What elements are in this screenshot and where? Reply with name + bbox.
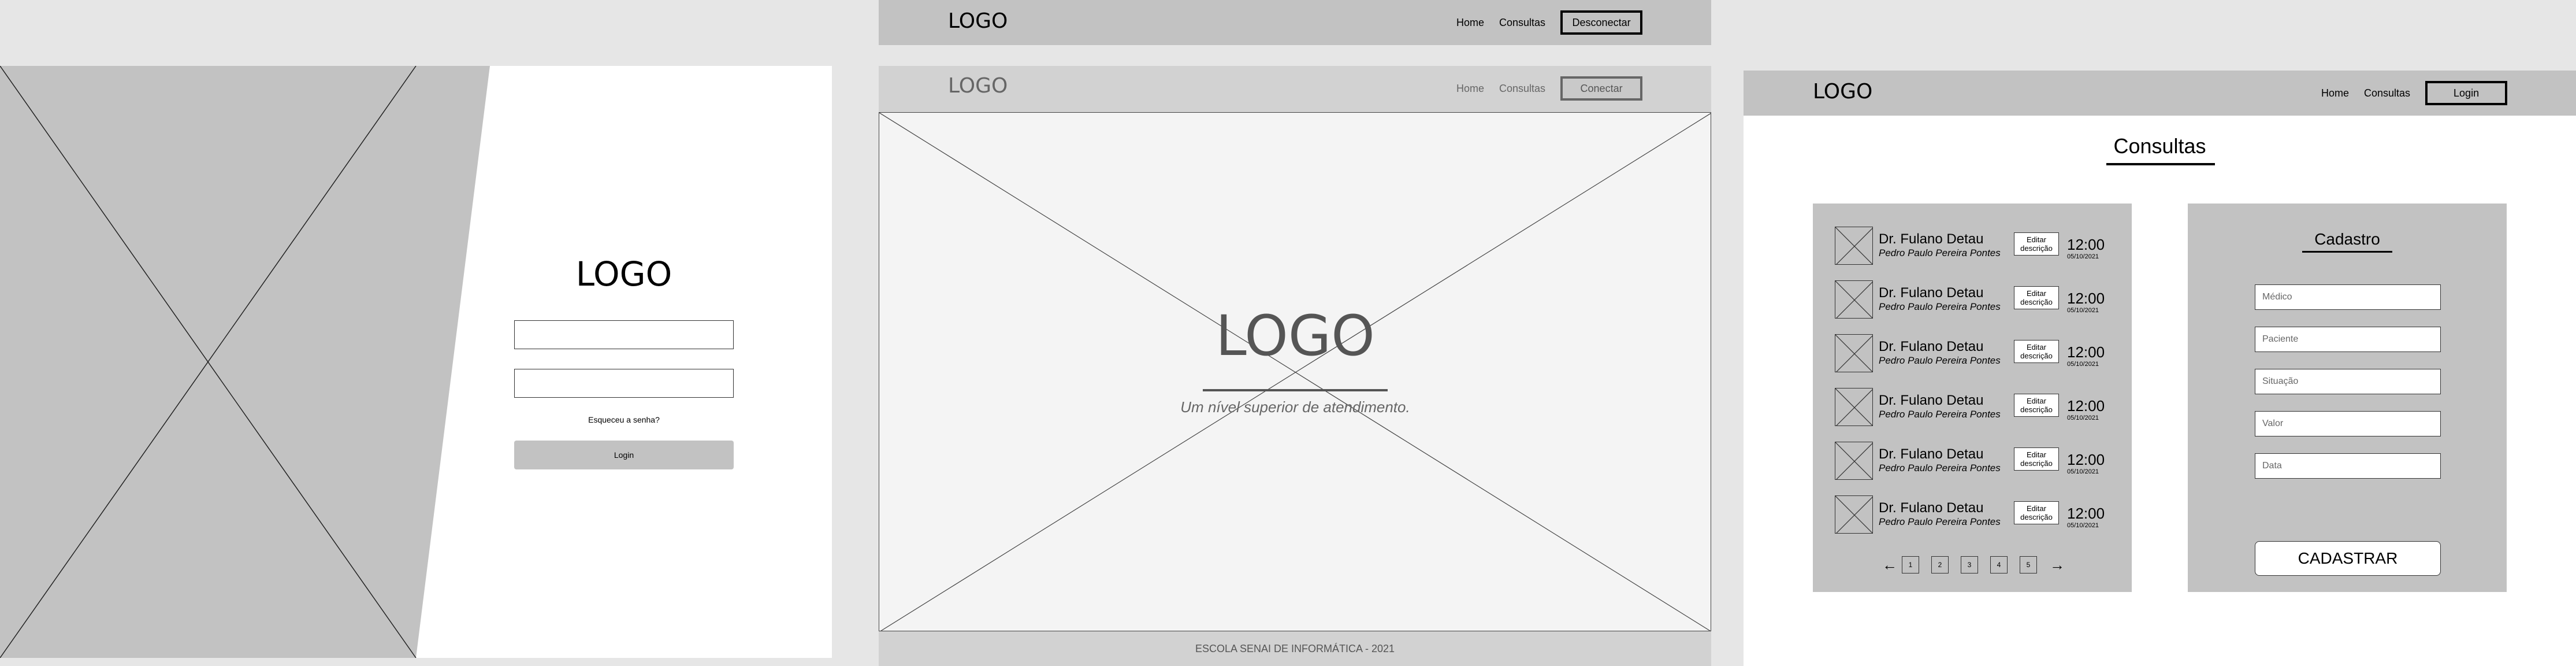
disconnect-button[interactable]: Desconectar <box>1560 10 1643 35</box>
consultas-screen: LOGO Home Consultas Login Consultas Dr. … <box>1744 71 2576 666</box>
hero-image-placeholder <box>879 113 1711 631</box>
title-underline <box>2106 163 2215 165</box>
list-item: Dr. Fulano Detau Pedro Paulo Pereira Pont… <box>1835 331 2112 372</box>
edit-description-button[interactable]: Editar descrição <box>2014 340 2059 363</box>
login-side-image-placeholder <box>0 66 490 658</box>
appointment-date: 05/10/2021 <box>2067 468 2099 475</box>
forgot-password-link[interactable]: Esqueceu a senha? <box>514 415 734 424</box>
patient-name: Pedro Paulo Pereira Pontes <box>1879 247 2001 258</box>
hero-logo: LOGO <box>1215 304 1375 368</box>
login-button[interactable]: Login <box>2425 81 2508 105</box>
doctor-name: Dr. Fulano Detau <box>1879 446 1984 462</box>
appointment-date: 05/10/2021 <box>2067 361 2099 368</box>
medico-field[interactable]: Médico <box>2255 284 2441 310</box>
doctor-name: Dr. Fulano Detau <box>1879 339 1984 354</box>
pagination-page-3[interactable]: 3 <box>1961 556 1978 574</box>
home-screen: LOGO Home Consultas Desconectar LOGO Hom… <box>879 0 1711 666</box>
list-item: Dr. Fulano Detau Pedro Paulo Pereira Pont… <box>1835 438 2112 480</box>
navbar-logo[interactable]: LOGO <box>948 74 1008 98</box>
list-item: Dr. Fulano Detau Pedro Paulo Pereira Pont… <box>1835 277 2112 319</box>
page-title: Consultas <box>2113 134 2206 158</box>
login-logo: LOGO <box>575 254 672 294</box>
patient-name: Pedro Paulo Pereira Pontes <box>1879 301 2001 312</box>
nav-consultas-link[interactable]: Consultas <box>1499 83 1545 95</box>
appointment-time: 12:00 <box>2067 451 2105 468</box>
x-cross-icon <box>1835 227 1873 265</box>
connect-button[interactable]: Conectar <box>1560 76 1643 101</box>
appointments-list: Dr. Fulano Detau Pedro Paulo Pereira Pont… <box>1813 204 2132 592</box>
list-item: Dr. Fulano Detau Pedro Paulo Pereira Pont… <box>1835 223 2112 265</box>
top-navbar: LOGO Home Consultas Desconectar <box>879 0 1711 45</box>
login-button[interactable]: Login <box>514 441 734 469</box>
x-cross-icon <box>1835 280 1873 319</box>
main-navbar: LOGO Home Consultas Conectar <box>879 66 1711 112</box>
appointment-time: 12:00 <box>2067 343 2105 361</box>
doctor-name: Dr. Fulano Detau <box>1879 500 1984 516</box>
login-screen: LOGO Esqueceu a senha? Login <box>0 66 832 658</box>
edit-description-button[interactable]: Editar descrição <box>2014 447 2059 471</box>
pagination-page-4[interactable]: 4 <box>1990 556 2008 574</box>
situacao-field[interactable]: Situação <box>2255 369 2441 394</box>
appointment-date: 05/10/2021 <box>2067 307 2099 314</box>
doctor-name: Dr. Fulano Detau <box>1879 393 1984 408</box>
doctor-name: Dr. Fulano Detau <box>1879 285 1984 301</box>
nav-consultas-link[interactable]: Consultas <box>2364 87 2410 99</box>
hero-banner: LOGO Um nível superior de atendimento. <box>879 112 1711 631</box>
cadastrar-button[interactable]: CADASTRAR <box>2255 541 2441 576</box>
paciente-field[interactable]: Paciente <box>2255 327 2441 352</box>
pagination-next-arrow-icon[interactable]: → <box>2050 556 2065 574</box>
x-cross-icon <box>1835 334 1873 372</box>
appointment-time: 12:00 <box>2067 505 2105 522</box>
nav-home-link[interactable]: Home <box>2321 87 2349 99</box>
edit-description-button[interactable]: Editar descrição <box>2014 232 2059 256</box>
patient-name: Pedro Paulo Pereira Pontes <box>1879 409 2001 420</box>
appointment-time: 12:00 <box>2067 290 2105 307</box>
nav-home-link[interactable]: Home <box>1456 17 1484 29</box>
x-cross-icon <box>1835 388 1873 426</box>
navbar-logo[interactable]: LOGO <box>1813 80 1872 103</box>
pagination-page-1[interactable]: 1 <box>1902 556 1919 574</box>
list-item: Dr. Fulano Detau Pedro Paulo Pereira Pont… <box>1835 384 2112 426</box>
pagination: ← 1 2 3 4 5 → <box>1882 556 2067 574</box>
patient-name: Pedro Paulo Pereira Pontes <box>1879 355 2001 366</box>
valor-field[interactable]: Valor <box>2255 411 2441 436</box>
edit-description-button[interactable]: Editar descrição <box>2014 394 2059 417</box>
x-cross-icon <box>1835 495 1873 534</box>
pagination-page-5[interactable]: 5 <box>2020 556 2037 574</box>
patient-name: Pedro Paulo Pereira Pontes <box>1879 516 2001 527</box>
appointment-time: 12:00 <box>2067 236 2105 253</box>
appointment-date: 05/10/2021 <box>2067 415 2099 421</box>
list-item: Dr. Fulano Detau Pedro Paulo Pereira Pont… <box>1835 492 2112 534</box>
pagination-page-2[interactable]: 2 <box>1931 556 1949 574</box>
navbar: LOGO Home Consultas Login <box>1744 71 2576 116</box>
navbar-logo[interactable]: LOGO <box>948 9 1008 33</box>
cadastro-form: Cadastro Médico Paciente Situação Valor … <box>2188 204 2507 592</box>
nav-home-link[interactable]: Home <box>1456 83 1484 95</box>
edit-description-button[interactable]: Editar descrição <box>2014 501 2059 524</box>
appointment-date: 05/10/2021 <box>2067 253 2099 260</box>
appointment-date: 05/10/2021 <box>2067 522 2099 529</box>
login-password-field[interactable] <box>514 369 734 398</box>
hero-logo-underline <box>1203 389 1388 391</box>
hero-tagline: Um nível superior de atendimento. <box>1180 398 1410 416</box>
nav-consultas-link[interactable]: Consultas <box>1499 17 1545 29</box>
edit-description-button[interactable]: Editar descrição <box>2014 286 2059 309</box>
login-username-field[interactable] <box>514 320 734 349</box>
form-title: Cadastro <box>2314 230 2380 248</box>
form-title-underline <box>2302 251 2392 253</box>
doctor-name: Dr. Fulano Detau <box>1879 231 1984 247</box>
pagination-prev-arrow-icon[interactable]: ← <box>1882 556 1897 574</box>
patient-name: Pedro Paulo Pereira Pontes <box>1879 462 2001 473</box>
appointment-time: 12:00 <box>2067 397 2105 415</box>
footer: ESCOLA SENAI DE INFORMÁTICA - 2021 <box>879 631 1711 666</box>
x-cross-icon <box>1835 442 1873 480</box>
data-field[interactable]: Data <box>2255 453 2441 479</box>
